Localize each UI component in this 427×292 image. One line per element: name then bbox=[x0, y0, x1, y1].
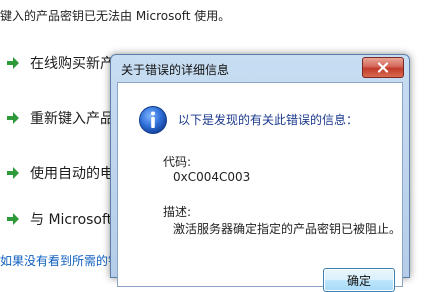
code-label: 代码: bbox=[163, 155, 192, 169]
close-button[interactable] bbox=[362, 57, 404, 78]
dialog-titlebar[interactable]: 关于错误的详细信息 bbox=[111, 55, 409, 82]
dialog-message: 以下是发现的有关此错误的信息： bbox=[178, 113, 359, 127]
description-value: 激活服务器确定指定的产品密钥已被阻止。 bbox=[173, 222, 402, 236]
green-arrow-icon bbox=[2, 208, 24, 230]
ok-button[interactable]: 确定 bbox=[323, 268, 395, 292]
dialog-body: 以下是发现的有关此错误的信息： 代码: 0xC004C003 描述: 激活服务器… bbox=[117, 82, 403, 292]
green-arrow-icon bbox=[2, 107, 24, 129]
green-arrow-icon bbox=[2, 52, 24, 74]
option-phone-activation[interactable]: 使用自动的电话 bbox=[0, 162, 128, 184]
dialog-title: 关于错误的详细信息 bbox=[121, 63, 230, 77]
close-icon bbox=[377, 58, 389, 77]
error-summary-text: 键入的产品密钥已无法由 Microsoft 使用。 bbox=[0, 9, 231, 23]
info-icon bbox=[138, 105, 168, 135]
description-label: 描述: bbox=[163, 205, 192, 219]
code-value: 0xC004C003 bbox=[173, 170, 251, 184]
option-retype-key[interactable]: 重新键入产品密 bbox=[0, 107, 128, 129]
green-arrow-icon bbox=[2, 162, 24, 184]
error-details-dialog: 关于错误的详细信息 以下是发现的有关此错误的信息： 代码: 0xC004C003… bbox=[110, 54, 410, 292]
